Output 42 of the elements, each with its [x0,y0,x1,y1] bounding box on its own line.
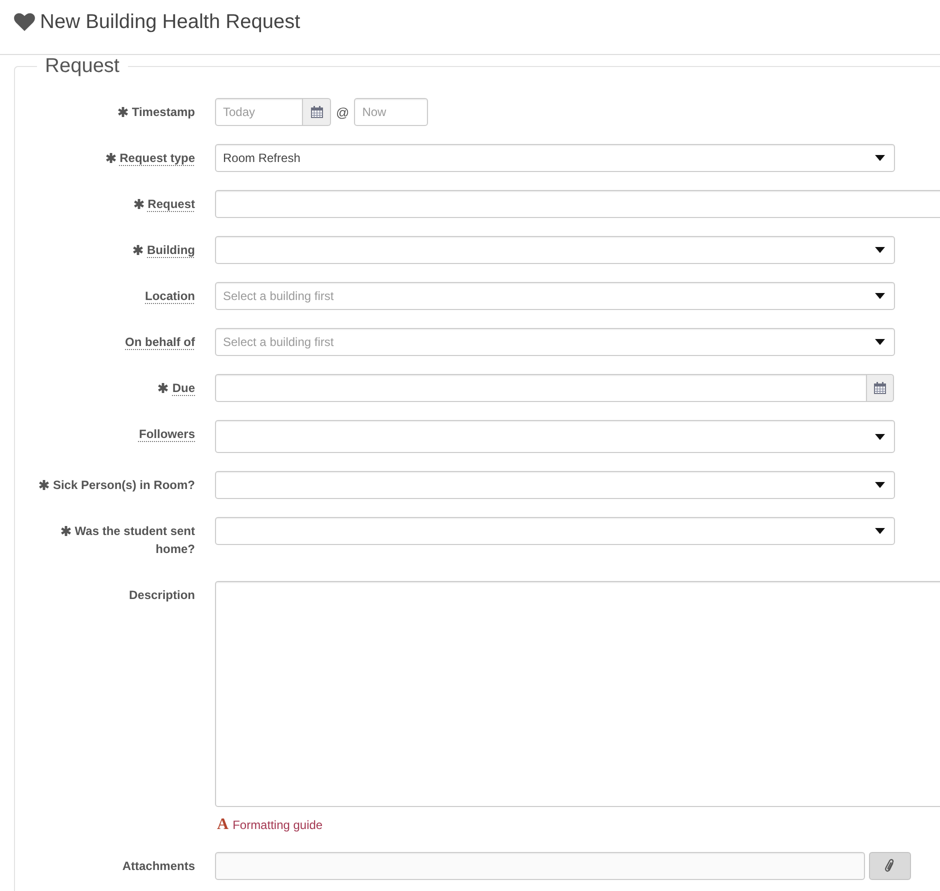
at-separator: @ [336,104,350,120]
field-label: Attachments [122,859,195,873]
formatting-guide-link[interactable]: Formatting guide [232,818,323,832]
field-label: On behalf of [125,335,195,349]
time-input[interactable]: Now [354,98,428,126]
caret-icon [875,247,885,253]
formatting-icon: A [217,817,229,833]
section-title: Request [44,55,120,77]
field-label: Location [145,289,195,303]
field-label: Timestamp [132,105,195,119]
caret-icon [875,528,885,534]
field-label: Description [128,588,195,602]
caret-icon [875,482,885,488]
field-label: Was the student sent home? [74,524,195,556]
field-label: Due [172,381,195,395]
caret-icon [875,293,885,299]
date-input[interactable]: Today [215,98,303,126]
dropdown[interactable] [215,420,895,453]
calendar-icon [874,382,886,394]
calendar-button[interactable] [303,98,331,126]
caret-icon [875,434,885,440]
date-input[interactable] [215,374,867,402]
caret-icon [875,339,885,345]
paperclip-icon [884,859,896,873]
text-input[interactable] [215,190,940,218]
field-label: Request type [120,151,195,165]
calendar-button[interactable] [867,374,894,402]
dropdown[interactable] [215,236,895,264]
attach-button[interactable] [869,852,911,880]
attachment-field[interactable] [215,852,865,880]
description-textarea[interactable] [215,581,940,807]
page-title: New Building Health Request [40,10,300,34]
dropdown[interactable]: Room Refresh [215,144,895,172]
field-label: Request [148,197,195,211]
heart-icon [14,13,35,31]
dropdown[interactable] [215,517,895,545]
caret-icon [875,155,885,161]
field-label: Sick Person(s) in Room? [52,478,195,492]
calendar-icon [310,106,322,118]
field-label: Followers [138,427,195,441]
field-label: Building [147,243,195,257]
dropdown[interactable] [215,471,895,499]
